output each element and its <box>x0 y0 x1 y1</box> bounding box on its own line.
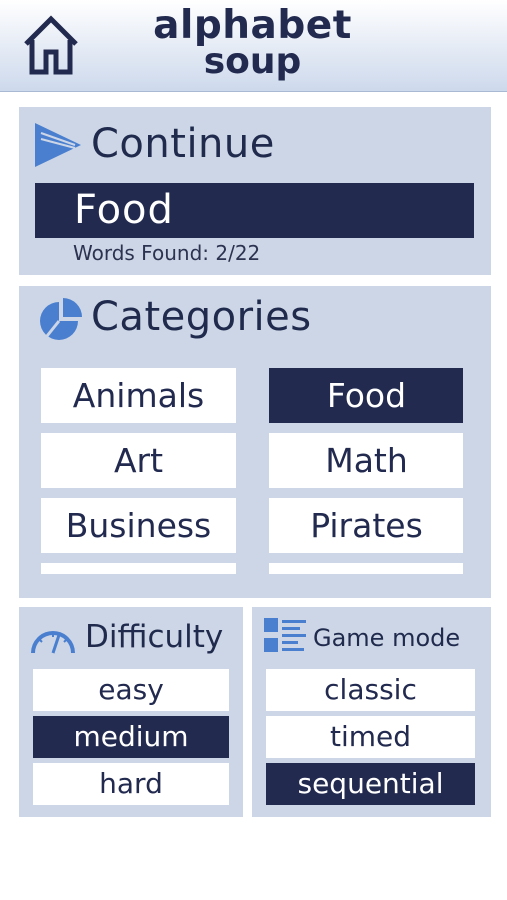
game-mode-options: classic timed sequential <box>266 669 475 810</box>
app-logo-line1: alphabet <box>153 3 352 48</box>
category-button-art[interactable]: Art <box>41 433 236 488</box>
difficulty-option-hard[interactable]: hard <box>33 763 229 805</box>
difficulty-panel: Difficulty easy medium hard <box>19 607 243 817</box>
difficulty-option-medium[interactable]: medium <box>33 716 229 758</box>
game-mode-option-sequential[interactable]: sequential <box>266 763 475 805</box>
category-button-item-7[interactable] <box>269 563 463 574</box>
category-button-business[interactable]: Business <box>41 498 236 553</box>
game-mode-option-timed[interactable]: timed <box>266 716 475 758</box>
gauge-icon <box>31 631 75 654</box>
continue-title: Continue <box>91 121 275 167</box>
categories-panel: Categories Animals Food Art Math Business Pir… <box>19 286 491 598</box>
play-icon <box>35 123 81 167</box>
game-mode-panel: Game mode classic timed sequential <box>252 607 491 817</box>
categories-scroll-area[interactable]: Animals Food Art Math Business Pirates <box>41 368 463 574</box>
continue-panel: Continue Food Words Found: 2/22 <box>19 107 491 275</box>
difficulty-title: Difficulty <box>85 619 224 655</box>
app-header: alphabet soup <box>0 0 507 92</box>
game-mode-option-classic[interactable]: classic <box>266 669 475 711</box>
category-button-animals[interactable]: Animals <box>41 368 236 423</box>
app-logo-line2: soup <box>203 41 302 82</box>
home-button[interactable] <box>20 12 82 76</box>
category-button-pirates[interactable]: Pirates <box>269 498 463 553</box>
category-button-food[interactable]: Food <box>269 368 463 423</box>
list-icon <box>264 618 306 652</box>
home-icon <box>24 15 78 75</box>
pie-chart-icon <box>40 298 82 340</box>
categories-grid: Animals Food Art Math Business Pirates <box>41 368 463 574</box>
game-mode-title: Game mode <box>313 624 461 652</box>
difficulty-option-easy[interactable]: easy <box>33 669 229 711</box>
words-found-status: Words Found: 2/22 <box>73 241 261 265</box>
difficulty-options: easy medium hard <box>33 669 229 810</box>
category-button-item-6[interactable] <box>41 563 236 574</box>
categories-title: Categories <box>91 294 312 340</box>
category-button-math[interactable]: Math <box>269 433 463 488</box>
continue-game-button[interactable]: Food <box>35 183 474 238</box>
